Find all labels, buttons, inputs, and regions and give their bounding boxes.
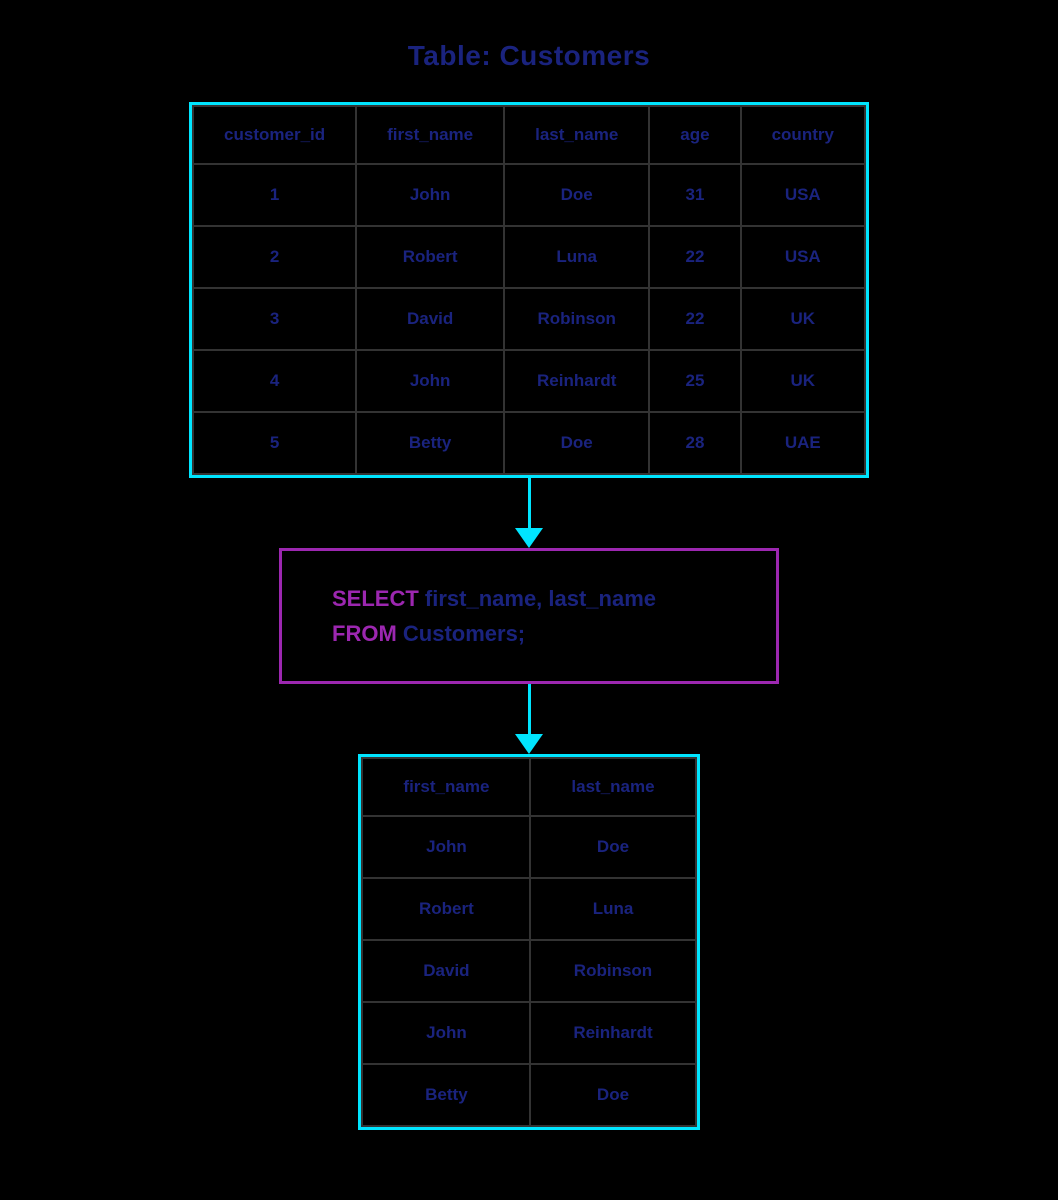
cell-first_name: Betty — [356, 412, 504, 474]
table-header-row: customer_id first_name last_name age cou… — [193, 106, 865, 164]
arrow-2 — [515, 684, 543, 754]
cell-age: 31 — [649, 164, 740, 226]
cell-customer_id: 2 — [193, 226, 356, 288]
customers-table: customer_id first_name last_name age cou… — [192, 105, 866, 475]
result-cell-first_name: David — [362, 940, 530, 1002]
cell-age: 25 — [649, 350, 740, 412]
result-table-row: JohnDoe — [362, 816, 695, 878]
cell-last_name: Doe — [504, 412, 649, 474]
result-table: first_name last_name JohnDoeRobertLunaDa… — [361, 757, 696, 1127]
result-cell-last_name: Reinhardt — [530, 1002, 695, 1064]
cell-last_name: Luna — [504, 226, 649, 288]
sql-from-table: Customers; — [397, 621, 525, 646]
cell-customer_id: 5 — [193, 412, 356, 474]
result-cell-last_name: Luna — [530, 878, 695, 940]
col-header-first-name: first_name — [356, 106, 504, 164]
table-row: 5BettyDoe28UAE — [193, 412, 865, 474]
sql-select-fields: first_name, last_name — [419, 586, 656, 611]
result-table-container: first_name last_name JohnDoeRobertLunaDa… — [358, 754, 699, 1130]
result-col-header-last-name: last_name — [530, 758, 695, 816]
arrow-head-2 — [515, 734, 543, 754]
sql-keyword-from: FROM — [332, 621, 397, 646]
cell-customer_id: 3 — [193, 288, 356, 350]
arrow-head-1 — [515, 528, 543, 548]
result-cell-first_name: John — [362, 1002, 530, 1064]
col-header-country: country — [741, 106, 865, 164]
result-cell-first_name: Robert — [362, 878, 530, 940]
table-row: 1JohnDoe31USA — [193, 164, 865, 226]
cell-first_name: David — [356, 288, 504, 350]
result-cell-first_name: John — [362, 816, 530, 878]
result-table-row: BettyDoe — [362, 1064, 695, 1126]
cell-customer_id: 4 — [193, 350, 356, 412]
cell-country: USA — [741, 164, 865, 226]
cell-age: 22 — [649, 288, 740, 350]
cell-country: UK — [741, 350, 865, 412]
result-table-row: DavidRobinson — [362, 940, 695, 1002]
result-cell-last_name: Robinson — [530, 940, 695, 1002]
cell-country: UK — [741, 288, 865, 350]
col-header-customer-id: customer_id — [193, 106, 356, 164]
cell-first_name: John — [356, 350, 504, 412]
result-table-row: RobertLuna — [362, 878, 695, 940]
sql-line-2: FROM Customers; — [332, 616, 726, 651]
result-cell-last_name: Doe — [530, 816, 695, 878]
cell-first_name: John — [356, 164, 504, 226]
arrow-line-1 — [528, 478, 531, 528]
arrow-line-2 — [528, 684, 531, 734]
col-header-age: age — [649, 106, 740, 164]
cell-country: USA — [741, 226, 865, 288]
arrow-1 — [515, 478, 543, 548]
cell-last_name: Reinhardt — [504, 350, 649, 412]
result-header-row: first_name last_name — [362, 758, 695, 816]
table-row: 3DavidRobinson22UK — [193, 288, 865, 350]
cell-age: 28 — [649, 412, 740, 474]
result-cell-last_name: Doe — [530, 1064, 695, 1126]
cell-last_name: Doe — [504, 164, 649, 226]
result-cell-first_name: Betty — [362, 1064, 530, 1126]
table-row: 4JohnReinhardt25UK — [193, 350, 865, 412]
cell-first_name: Robert — [356, 226, 504, 288]
customers-table-container: customer_id first_name last_name age cou… — [189, 102, 869, 478]
page-title: Table: Customers — [408, 40, 650, 72]
result-col-header-first-name: first_name — [362, 758, 530, 816]
table-row: 2RobertLuna22USA — [193, 226, 865, 288]
result-table-row: JohnReinhardt — [362, 1002, 695, 1064]
cell-age: 22 — [649, 226, 740, 288]
sql-keyword-select: SELECT — [332, 586, 419, 611]
sql-line-1: SELECT first_name, last_name — [332, 581, 726, 616]
col-header-last-name: last_name — [504, 106, 649, 164]
cell-last_name: Robinson — [504, 288, 649, 350]
cell-country: UAE — [741, 412, 865, 474]
sql-query-box: SELECT first_name, last_name FROM Custom… — [279, 548, 779, 684]
cell-customer_id: 1 — [193, 164, 356, 226]
